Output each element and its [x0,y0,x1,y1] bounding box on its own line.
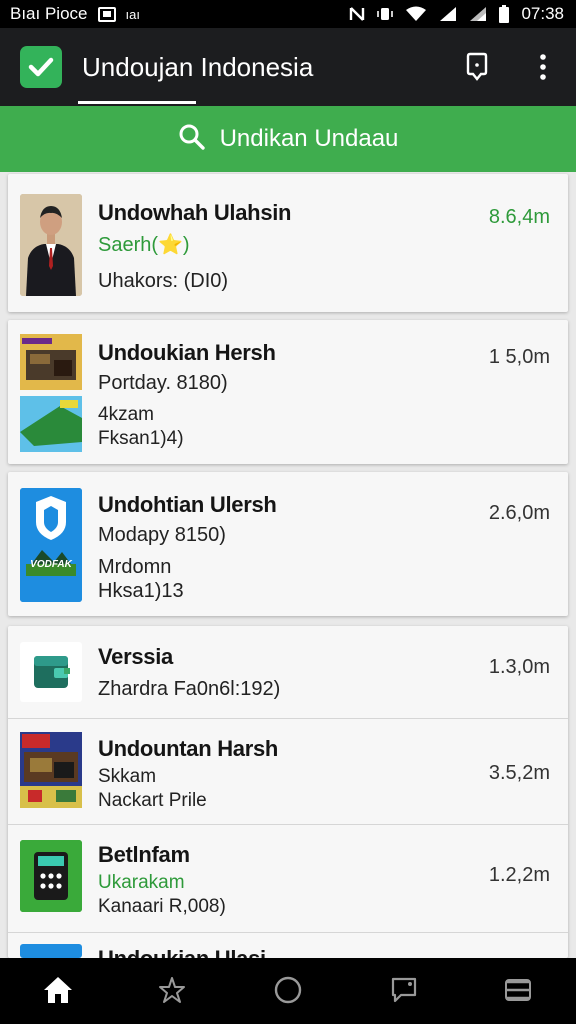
list-item[interactable]: Undoukian Hersh Portday. 8180) 4kzam Fks… [8,320,568,464]
item-detail: Nackart Prile [98,790,207,811]
status-extra-text: ıaı [125,6,140,22]
list-item[interactable]: Undoukian Ulasi [8,932,568,958]
app-bar: Undoujan Indonesia [0,28,576,106]
item-name: Undountan Harsh [98,736,279,761]
item-detail: Modapy 8150) [98,524,226,546]
game-collage-2 [20,732,82,808]
item-size: 8.6,4m [488,206,550,228]
home-icon[interactable] [40,972,76,1008]
item-name: Verssia [98,644,173,669]
more-options-icon[interactable] [526,50,560,84]
item-detail: Fksan1)4) [98,428,184,449]
list-item[interactable]: Undountan Harsh Skkam Nackart Prile 3.5,… [8,718,568,825]
notification-icon [97,6,116,22]
messages-icon[interactable] [386,972,422,1008]
signal-icon [439,6,457,22]
item-detail: Ukarakam [98,872,185,893]
menu-icon[interactable] [500,972,536,1008]
title-underline [78,101,196,104]
battery-icon [499,5,510,23]
list-item[interactable]: VODFAK Undohtian Ulersh Modapy 8150) Mrd… [8,472,568,616]
save-icon[interactable] [460,50,494,84]
list-card: Verssia Zhardra Fa0n6l:192) 1.3,0m Undou… [8,626,568,958]
item-size: 1.2,2m [488,864,550,886]
clock: 07:38 [521,4,564,23]
signal-icon-2 [469,6,487,22]
carrier-text: Bıaı Pioce [10,4,88,23]
item-detail: Zhardra Fa0n6l:192) [98,678,281,700]
item-name: Undoukian Ulasi [98,946,266,958]
search-icon [178,123,206,156]
app-title: Undoujan Indonesia [82,52,314,82]
item-detail: Skkam [98,766,157,787]
list-card: VODFAK Undohtian Ulersh Modapy 8150) Mrd… [8,472,568,616]
item-name: Undohtian Ulersh [98,492,277,517]
item-name: Undoukian Hersh [98,340,276,365]
game-collage [20,334,82,452]
item-detail: Mrdomn [98,556,172,578]
circle-icon[interactable] [270,972,306,1008]
search-label: Undikan Undaau [219,125,399,152]
item-size: 2.6,0m [488,502,550,524]
item-name: Betlnfam [98,842,190,867]
wifi-icon [405,6,427,22]
check-icon [20,46,62,88]
calculator-app-icon [20,840,82,912]
item-detail: 4kzam [98,404,154,425]
status-bar: Bıaı Pioce ıaı 07:38 [0,0,576,28]
list-item[interactable]: Undowhah Ulahsin Saerh(⭐) Uhakors: (DI0)… [8,174,568,312]
bottom-navigation [0,958,576,1024]
shield-logo-text: VODFAK [30,559,72,570]
list-card: Undoukian Hersh Portday. 8180) 4kzam Fks… [8,320,568,464]
list-item[interactable]: Verssia Zhardra Fa0n6l:192) 1.3,0m [8,626,568,719]
item-detail: Kanaari R,008) [98,896,226,917]
item-detail: Portday. 8180) [98,372,228,394]
app-icon-partial [20,944,82,958]
list-card: Undowhah Ulahsin Saerh(⭐) Uhakors: (DI0)… [8,174,568,312]
item-name: Undowhah Ulahsin [98,200,292,225]
wallet-app-icon [20,642,82,702]
shield-logo: VODFAK [20,488,82,602]
item-detail: Uhakors: (DI0) [98,270,229,292]
list-item[interactable]: Betlnfam Ukarakam Kanaari R,008) 1.2,2m [8,824,568,933]
person-photo [20,194,82,296]
vibrate-icon [377,6,394,22]
item-size: 1.3,0m [488,656,550,678]
item-rating: Saerh(⭐) [98,234,190,256]
item-size: 3.5,2m [488,762,550,784]
nfc-icon [349,6,365,22]
item-detail: Hksa1)13 [98,580,184,602]
favorites-icon[interactable] [154,972,190,1008]
item-size: 1 5,0m [488,346,550,368]
search-bar[interactable]: Undikan Undaau [0,106,576,172]
